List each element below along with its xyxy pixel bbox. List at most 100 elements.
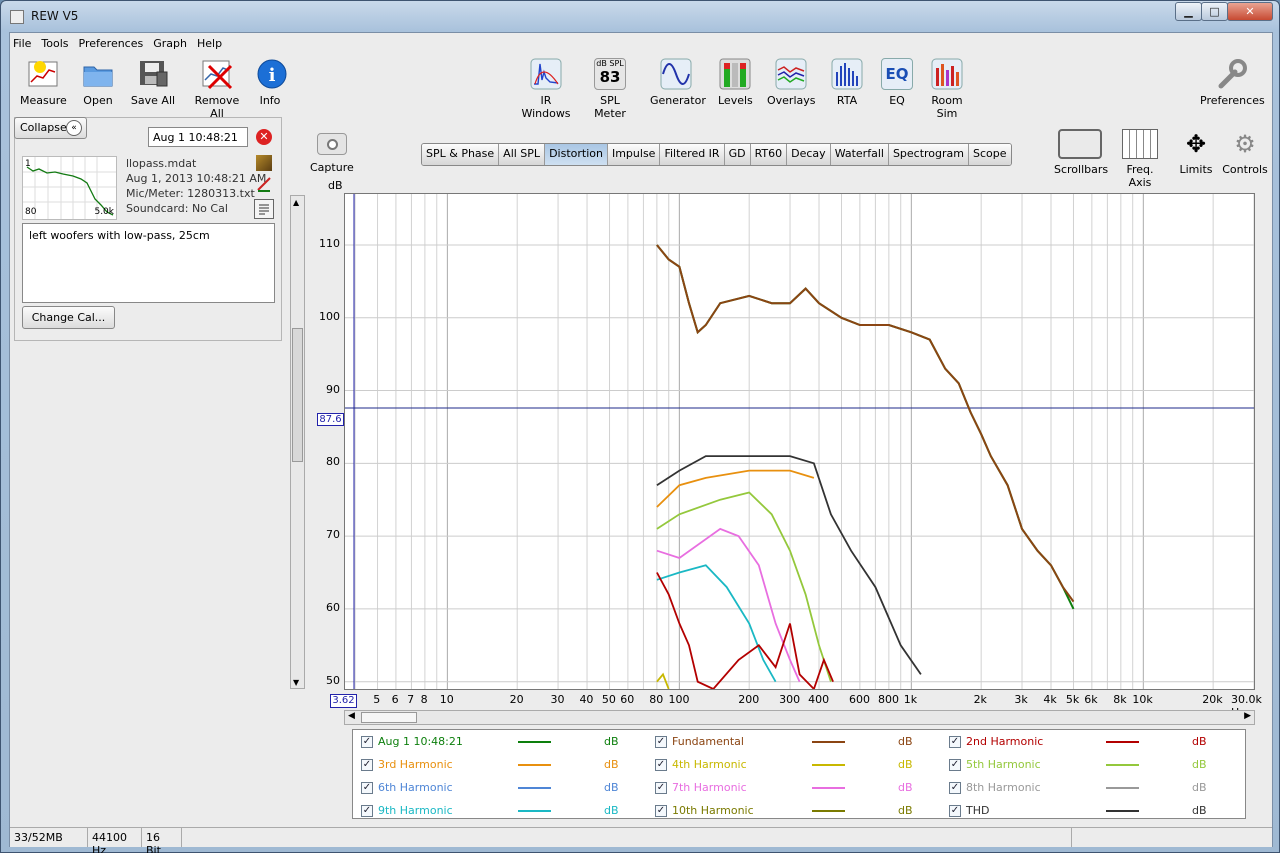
- measurement-thumbnail[interactable]: 1 80 5.0k: [22, 156, 117, 220]
- menu-tools[interactable]: Tools: [41, 37, 68, 50]
- legend-checkbox[interactable]: ✓: [361, 782, 373, 794]
- remove-all-button[interactable]: Remove All: [188, 58, 246, 120]
- legend-item[interactable]: ✓ 8th Harmonic dB: [949, 780, 1239, 798]
- measurement-soundcard: Soundcard: No Cal: [126, 202, 228, 215]
- room-sim-button[interactable]: Room Sim: [921, 58, 973, 120]
- tab-decay[interactable]: Decay: [787, 144, 831, 165]
- tab-distortion[interactable]: Distortion: [545, 144, 608, 165]
- legend-unit: dB: [898, 781, 913, 794]
- legend-label: 10th Harmonic: [672, 804, 754, 817]
- collapse-button[interactable]: Collapse «: [14, 117, 87, 139]
- legend-unit: dB: [604, 735, 619, 748]
- eq-button[interactable]: EQ EQ: [880, 58, 914, 107]
- scroll-up-icon[interactable]: ▲: [293, 198, 299, 207]
- limits-button[interactable]: ✥ Limits: [1175, 129, 1217, 176]
- legend-checkbox[interactable]: ✓: [655, 782, 667, 794]
- x-tick-label: 10: [439, 693, 454, 706]
- scroll-left-icon[interactable]: ◀: [348, 711, 355, 721]
- measurement-name-field[interactable]: Aug 1 10:48:21: [148, 127, 248, 147]
- notes-icon[interactable]: [254, 199, 274, 219]
- tab-filtered-ir[interactable]: Filtered IR: [660, 144, 725, 165]
- legend-swatch: [518, 810, 551, 812]
- tab-spectrogram[interactable]: Spectrogram: [888, 144, 970, 165]
- legend-checkbox[interactable]: ✓: [655, 805, 667, 817]
- legend-item[interactable]: ✓ Fundamental dB: [655, 734, 945, 752]
- legend-item[interactable]: ✓ 7th Harmonic dB: [655, 780, 945, 798]
- y-tick-label: 60: [326, 600, 340, 614]
- legend-checkbox[interactable]: ✓: [655, 759, 667, 771]
- legend-swatch: [812, 787, 845, 789]
- scroll-right-icon[interactable]: ▶: [1244, 711, 1251, 721]
- menu-help[interactable]: Help: [197, 37, 222, 50]
- close-button[interactable]: ✕: [1227, 2, 1273, 21]
- levels-button[interactable]: Levels: [718, 58, 753, 107]
- legend-item[interactable]: ✓ 3rd Harmonic dB: [361, 757, 651, 775]
- legend-item[interactable]: ✓ 10th Harmonic dB: [655, 803, 945, 821]
- legend-checkbox[interactable]: ✓: [655, 736, 667, 748]
- spl-meter-button[interactable]: dB SPL 83 SPL Meter: [584, 58, 636, 120]
- x-tick-label: 2k: [973, 693, 987, 706]
- rta-button[interactable]: RTA: [830, 58, 864, 107]
- maximize-button[interactable]: □: [1201, 2, 1228, 21]
- ir-windows-button[interactable]: IR Windows: [515, 58, 577, 120]
- vertical-scrollbar[interactable]: ▲ ▼: [290, 195, 305, 689]
- preferences-button[interactable]: Preferences: [1200, 58, 1265, 107]
- x-tick-label: 7: [407, 693, 415, 706]
- legend-label: THD: [966, 804, 990, 817]
- x-tick-label: 200: [738, 693, 760, 706]
- save-all-button[interactable]: Save All: [128, 58, 178, 107]
- tab-spl-phase[interactable]: SPL & Phase: [422, 144, 500, 165]
- legend-checkbox[interactable]: ✓: [361, 805, 373, 817]
- vertical-scroll-thumb[interactable]: [292, 328, 303, 462]
- menu-file[interactable]: File: [13, 37, 31, 50]
- legend-checkbox[interactable]: ✓: [949, 805, 961, 817]
- legend-label: 6th Harmonic: [378, 781, 453, 794]
- legend-checkbox[interactable]: ✓: [361, 736, 373, 748]
- legend-item[interactable]: ✓ 5th Harmonic dB: [949, 757, 1239, 775]
- edit-info-icon[interactable]: [256, 155, 272, 171]
- horizontal-scroll-thumb[interactable]: [361, 712, 417, 723]
- overlays-button[interactable]: Overlays: [767, 58, 816, 107]
- legend-checkbox[interactable]: ✓: [949, 759, 961, 771]
- minimize-button[interactable]: ▁: [1175, 2, 1202, 21]
- line-color-icon[interactable]: [256, 176, 272, 192]
- legend-unit: dB: [1192, 758, 1207, 771]
- legend-checkbox[interactable]: ✓: [361, 759, 373, 771]
- legend-item[interactable]: ✓ 2nd Harmonic dB: [949, 734, 1239, 752]
- series-line-aug-1-10-48-21: [656, 244, 1075, 610]
- capture-button[interactable]: Capture: [310, 133, 354, 174]
- tab-all-spl[interactable]: All SPL: [499, 144, 546, 165]
- generator-button[interactable]: Generator: [650, 58, 706, 107]
- legend-item[interactable]: ✓ 4th Harmonic dB: [655, 757, 945, 775]
- legend-unit: dB: [898, 758, 913, 771]
- distortion-graph[interactable]: [344, 193, 1255, 691]
- tab-impulse[interactable]: Impulse: [607, 144, 661, 165]
- legend-item[interactable]: ✓ Aug 1 10:48:21 dB: [361, 734, 651, 752]
- legend-checkbox[interactable]: ✓: [949, 736, 961, 748]
- legend-item[interactable]: ✓ 6th Harmonic dB: [361, 780, 651, 798]
- freq-axis-button[interactable]: Freq. Axis: [1114, 129, 1166, 189]
- legend-label: Fundamental: [672, 735, 744, 748]
- menu-preferences[interactable]: Preferences: [79, 37, 144, 50]
- x-tick-label: 10k: [1132, 693, 1153, 706]
- info-button[interactable]: i Info: [256, 58, 287, 107]
- delete-measurement-icon[interactable]: ✕: [256, 129, 272, 145]
- controls-button[interactable]: ⚙ Controls: [1222, 129, 1268, 176]
- change-cal-button[interactable]: Change Cal...: [22, 306, 115, 329]
- tab-waterfall[interactable]: Waterfall: [830, 144, 889, 165]
- legend-item[interactable]: ✓ THD dB: [949, 803, 1239, 821]
- open-button[interactable]: Open: [80, 58, 116, 107]
- app-icon: [10, 10, 24, 24]
- notes-textarea[interactable]: left woofers with low-pass, 25cm: [22, 223, 275, 303]
- scroll-down-icon[interactable]: ▼: [293, 678, 299, 687]
- tab-gd[interactable]: GD: [724, 144, 751, 165]
- legend-item[interactable]: ✓ 9th Harmonic dB: [361, 803, 651, 821]
- tab-scope[interactable]: Scope: [969, 144, 1011, 165]
- horizontal-scrollbar[interactable]: ◀ ▶: [344, 710, 1255, 725]
- menu-graph[interactable]: Graph: [153, 37, 187, 50]
- scrollbars-button[interactable]: Scrollbars: [1054, 129, 1108, 176]
- title-bar[interactable]: REW V5 ▁ □ ✕: [1, 1, 1279, 32]
- tab-rt60[interactable]: RT60: [750, 144, 788, 165]
- measure-button[interactable]: Measure: [20, 58, 67, 107]
- legend-checkbox[interactable]: ✓: [949, 782, 961, 794]
